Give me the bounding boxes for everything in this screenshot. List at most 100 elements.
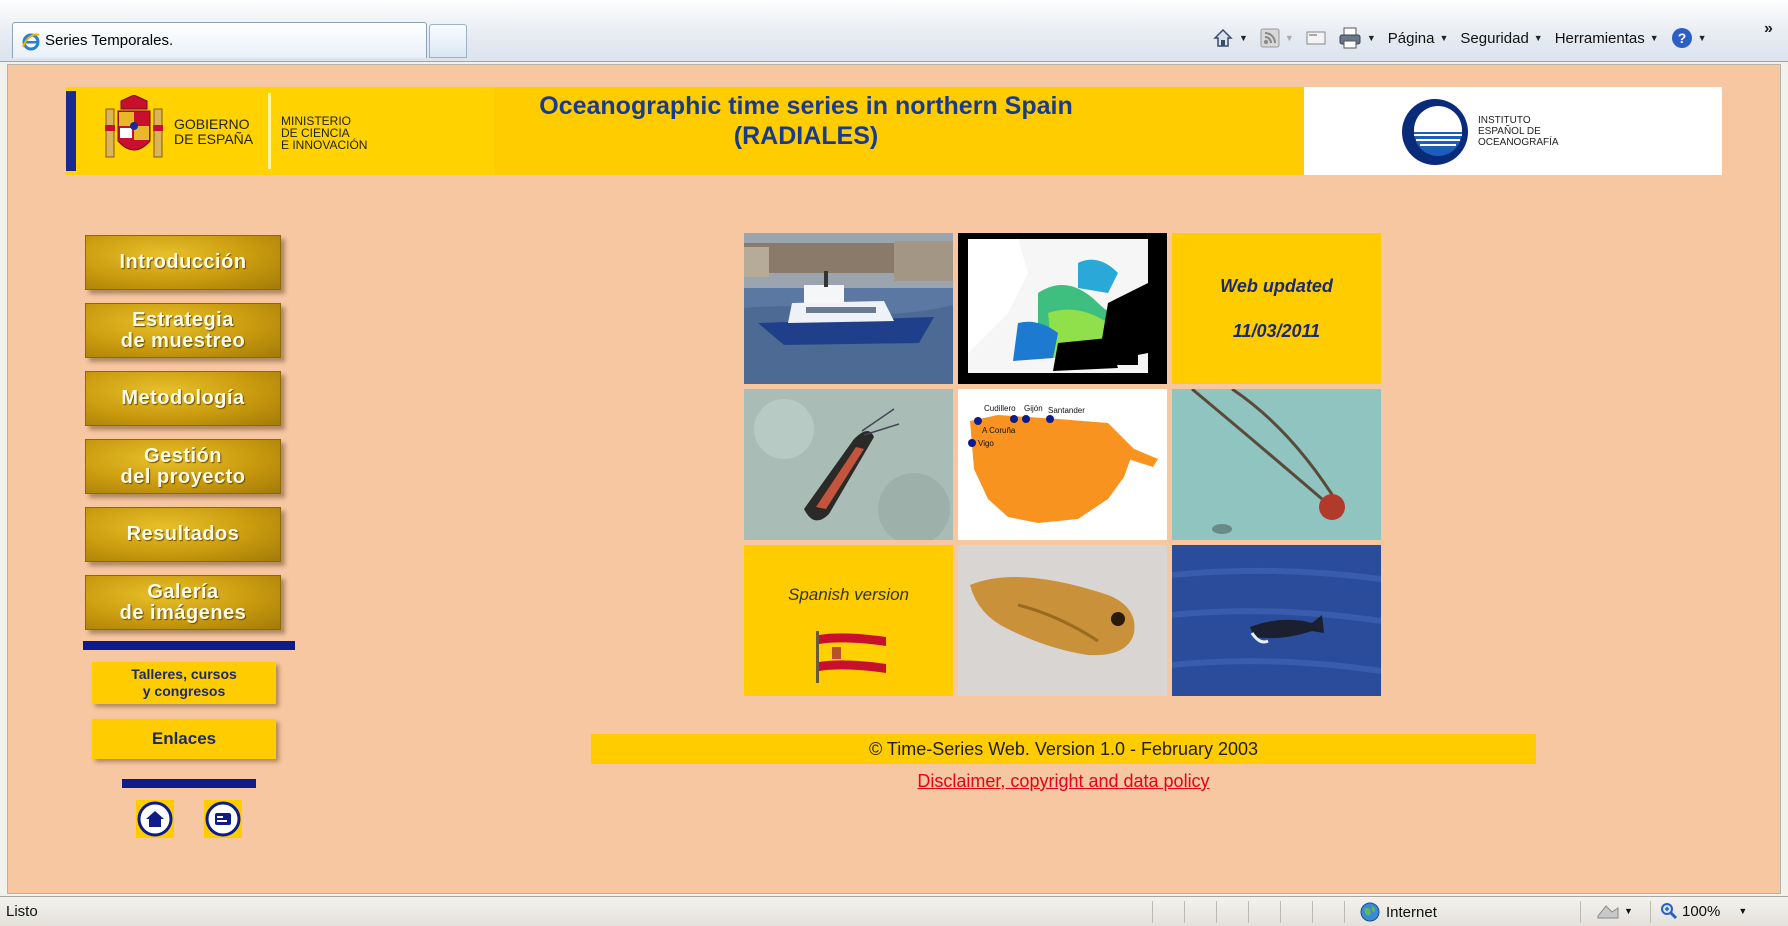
browser-toolbar: Series Temporales. ▼ ▼ ▼ Página ▼ Seguri… bbox=[0, 0, 1788, 62]
nav-introduccion-button[interactable]: Introducción bbox=[85, 235, 281, 290]
enlaces-label: Enlaces bbox=[151, 729, 217, 748]
nav-label-line-2: del proyecto bbox=[120, 465, 246, 488]
web-updated-date: 11/03/2011 bbox=[1232, 320, 1321, 341]
coat-of-arms-icon bbox=[105, 95, 163, 158]
copepod-microscopy-image bbox=[744, 389, 953, 540]
copyright-bar: © Time-Series Web. Version 1.0 - Februar… bbox=[591, 734, 1536, 764]
gobierno-line-1: GOBIERNO bbox=[174, 116, 250, 132]
home-link[interactable] bbox=[136, 800, 174, 838]
status-separator bbox=[1184, 901, 1185, 923]
nav-label-line-1: Estrategia bbox=[132, 308, 234, 331]
web-updated-label: Web updated bbox=[1220, 275, 1333, 296]
talleres-line-2: y congresos bbox=[142, 683, 226, 699]
browser-tab[interactable]: Series Temporales. bbox=[12, 22, 427, 58]
zoom-icon bbox=[1661, 903, 1678, 920]
appendicularian-image bbox=[1172, 389, 1381, 540]
disclaimer-link[interactable]: Disclaimer, copyright and data policy bbox=[591, 771, 1536, 792]
copepod-photo bbox=[744, 389, 953, 540]
status-separator bbox=[1152, 901, 1153, 923]
toolbar-overflow-chevron[interactable]: » bbox=[1764, 20, 1773, 38]
print-button[interactable]: ▼ bbox=[1332, 24, 1382, 52]
security-zone[interactable]: Internet bbox=[1360, 902, 1437, 922]
status-text: Listo bbox=[6, 903, 38, 920]
ieo-line-3: OCEANOGRAFÍA bbox=[1478, 137, 1559, 148]
help-icon: ? bbox=[1671, 28, 1692, 48]
header-banner: GOBIERNO DE ESPAÑA MINISTERIO DE CIENCIA… bbox=[66, 87, 1722, 175]
gobierno-line-2: DE ESPAÑA bbox=[174, 131, 254, 147]
nav-gestion-button[interactable]: Gestión del proyecto bbox=[85, 439, 281, 494]
larvacean-photo bbox=[1172, 389, 1381, 540]
page-title-line-2: (RADIALES) bbox=[733, 122, 879, 150]
status-separator bbox=[1248, 901, 1249, 923]
protected-mode-button[interactable]: ▼ bbox=[1596, 902, 1633, 920]
mail-icon bbox=[1306, 31, 1326, 45]
eu-flag-strip bbox=[66, 91, 76, 171]
ieo-line-1: INSTITUTO bbox=[1478, 115, 1531, 126]
browser-status-bar: Listo Internet ▼ 100% ▼ bbox=[0, 896, 1788, 926]
nav-enlaces-button[interactable]: Enlaces bbox=[92, 719, 276, 759]
research-vessel-image bbox=[744, 233, 953, 384]
tools-menu[interactable]: Herramientas ▼ bbox=[1549, 24, 1665, 52]
nav-divider-small bbox=[122, 779, 256, 788]
boat-photo bbox=[744, 233, 953, 384]
zoom-control[interactable]: 100% ▼ bbox=[1660, 902, 1747, 920]
gobierno-text: GOBIERNO DE ESPAÑA bbox=[174, 117, 253, 147]
spain-flag-icon bbox=[816, 631, 886, 683]
nav-label-line-1: Galería bbox=[147, 580, 219, 603]
tools-menu-label: Herramientas bbox=[1554, 29, 1645, 47]
nav-galeria-button[interactable]: Galería de imágenes bbox=[85, 575, 281, 630]
status-separator bbox=[1280, 901, 1281, 923]
status-separator bbox=[1650, 901, 1651, 923]
status-separator bbox=[1344, 901, 1345, 923]
page-viewport: GOBIERNO DE ESPAÑA MINISTERIO DE CIENCIA… bbox=[7, 64, 1781, 894]
security-menu[interactable]: Seguridad ▼ bbox=[1454, 24, 1548, 52]
map-label-a-coruna: A Coruña bbox=[982, 426, 1016, 435]
page-menu-label: Página bbox=[1387, 29, 1435, 47]
ministry-text: MINISTERIO DE CIENCIA E INNOVACIÓN bbox=[281, 115, 367, 151]
nav-label-line-1: Introducción bbox=[119, 251, 247, 273]
page-menu[interactable]: Página ▼ bbox=[1382, 24, 1455, 52]
ieo-emblem-icon bbox=[1402, 99, 1468, 165]
satellite-sst-image bbox=[958, 233, 1167, 384]
map-label-gijon: Gijón bbox=[1024, 404, 1043, 413]
help-button[interactable]: ? ▼ bbox=[1665, 24, 1713, 52]
status-separator bbox=[1312, 901, 1313, 923]
map-label-cudillero: Cudillero bbox=[984, 404, 1016, 413]
nav-resultados-button[interactable]: Resultados bbox=[85, 507, 281, 562]
status-separator bbox=[1580, 901, 1581, 923]
logo-divider bbox=[268, 93, 271, 169]
nav-metodologia-button[interactable]: Metodología bbox=[85, 371, 281, 426]
page-title: Oceanographic time series in northern Sp… bbox=[516, 91, 1096, 151]
nav-label-line-2: de muestreo bbox=[120, 329, 246, 352]
ieo-line-2: ESPAÑOL DE bbox=[1478, 126, 1541, 137]
ministry-line-3: E INNOVACIÓN bbox=[281, 138, 368, 152]
new-tab-button[interactable] bbox=[429, 24, 467, 58]
fish-larva-image bbox=[958, 545, 1167, 696]
home-icon bbox=[1213, 28, 1233, 47]
command-bar: ▼ ▼ ▼ Página ▼ Seguridad ▼ Herramientas … bbox=[1206, 24, 1713, 52]
web-updated-panel: Web updated 11/03/2011 bbox=[1172, 233, 1381, 384]
nav-label-line-1: Resultados bbox=[126, 523, 240, 545]
gobierno-logo[interactable]: GOBIERNO DE ESPAÑA MINISTERIO DE CIENCIA… bbox=[66, 87, 494, 175]
status-separator bbox=[1216, 901, 1217, 923]
svg-text:?: ? bbox=[1677, 30, 1686, 46]
home-icon bbox=[137, 801, 173, 837]
ieo-logo[interactable]: INSTITUTO ESPAÑOL DE OCEANOGRAFÍA bbox=[1304, 87, 1722, 175]
home-button[interactable]: ▼ bbox=[1206, 24, 1254, 52]
whale-photo bbox=[1172, 545, 1381, 696]
nav-talleres-button[interactable]: Talleres, cursos y congresos bbox=[92, 662, 276, 704]
read-mail-button[interactable] bbox=[1300, 24, 1332, 52]
contact-link[interactable] bbox=[204, 800, 242, 838]
feeds-button[interactable]: ▼ bbox=[1254, 24, 1300, 52]
nav-estrategia-button[interactable]: Estrategia de muestreo bbox=[85, 303, 281, 358]
spanish-version-label: Spanish version bbox=[788, 585, 909, 604]
nav-label-line-1: Metodología bbox=[121, 387, 245, 409]
nav-label-line-2: de imágenes bbox=[119, 601, 247, 624]
mail-icon bbox=[205, 801, 241, 837]
printer-icon bbox=[1339, 27, 1361, 49]
rss-feed-icon bbox=[1260, 28, 1280, 48]
nav-label-line-1: Gestión bbox=[144, 444, 222, 467]
talleres-line-1: Talleres, cursos bbox=[131, 666, 237, 682]
spanish-version-link[interactable]: Spanish version bbox=[744, 545, 953, 696]
globe-icon bbox=[1360, 902, 1380, 922]
